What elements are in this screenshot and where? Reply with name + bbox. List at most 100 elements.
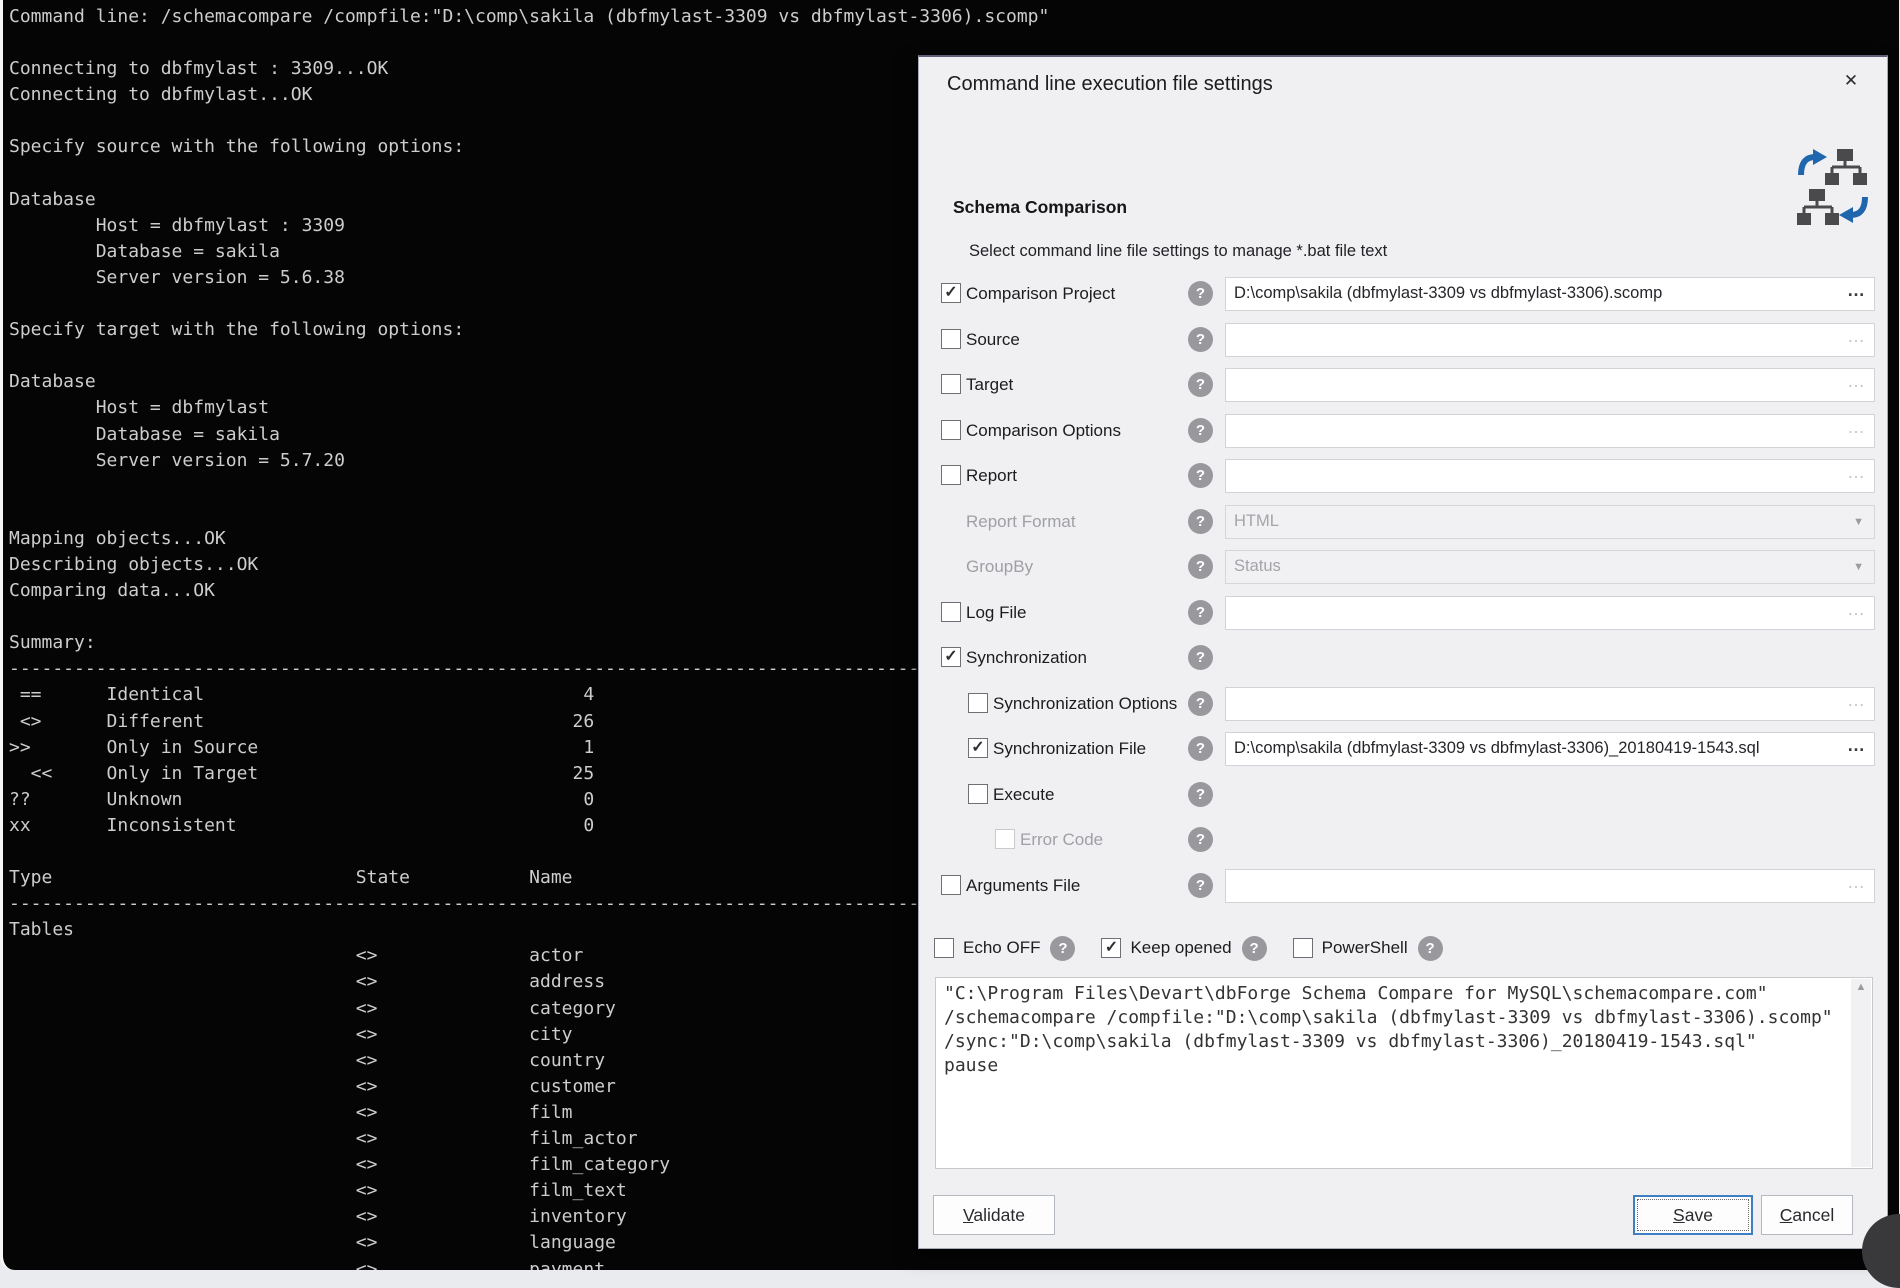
comparison-project-field[interactable]: D:\comp\sakila (dbfmylast-3309 vs dbfmyl… (1225, 277, 1875, 311)
help-icon[interactable]: ? (1188, 509, 1213, 534)
target-checkbox[interactable] (941, 374, 961, 394)
help-icon[interactable]: ? (1188, 873, 1213, 898)
save-button[interactable]: Save (1633, 1195, 1753, 1235)
comparison-project-label: Comparison Project (966, 284, 1115, 304)
synchronization-file-checkbox[interactable]: ✓ (968, 738, 988, 758)
flags-row: Echo OFF?✓Keep opened?PowerShell? (934, 931, 1469, 965)
report-format-dropdown: HTML ▼ (1225, 505, 1875, 539)
help-icon[interactable]: ? (1188, 736, 1213, 761)
row-comparison-project: ✓Comparison Project? D:\comp\sakila (dbfm… (919, 271, 1887, 317)
flag-echo-off: Echo OFF? (934, 936, 1075, 961)
source-field[interactable]: … (1225, 323, 1875, 357)
help-icon[interactable]: ? (1188, 327, 1213, 352)
browse-button[interactable]: … (1847, 599, 1866, 620)
help-icon[interactable]: ? (1188, 691, 1213, 716)
focus-rect (1637, 1199, 1749, 1231)
synchronization-file-field[interactable]: D:\comp\sakila (dbfmylast-3309 vs dbfmyl… (1225, 732, 1875, 766)
powershell-label: PowerShell (1322, 938, 1408, 958)
row-report-format: Report Format?HTML▼ (919, 499, 1887, 545)
validate-button[interactable]: Validate (933, 1195, 1055, 1235)
report-format-value: HTML (1234, 512, 1840, 531)
comparison-options-label: Comparison Options (966, 421, 1121, 441)
help-icon[interactable]: ? (1242, 936, 1267, 961)
groupby-dropdown: Status ▼ (1225, 550, 1875, 584)
help-icon[interactable]: ? (1188, 554, 1213, 579)
arguments-file-checkbox[interactable] (941, 875, 961, 895)
row-error-code: Error Code? (919, 817, 1887, 863)
close-icon[interactable]: ✕ (1837, 67, 1865, 95)
arguments-file-field[interactable]: … (1225, 869, 1875, 903)
error-code-checkbox (995, 829, 1015, 849)
error-code-label: Error Code (1020, 830, 1103, 850)
report-checkbox[interactable] (941, 465, 961, 485)
help-icon[interactable]: ? (1188, 600, 1213, 625)
groupby-value: Status (1234, 557, 1840, 576)
chevron-down-icon: ▼ (1853, 516, 1864, 528)
log-file-checkbox[interactable] (941, 602, 961, 622)
target-label: Target (966, 375, 1013, 395)
comparison-project-value: D:\comp\sakila (dbfmylast-3309 vs dbfmyl… (1234, 284, 1840, 303)
execute-label: Execute (993, 785, 1054, 805)
row-execute: Execute? (919, 772, 1887, 818)
comparison-options-field[interactable]: … (1225, 414, 1875, 448)
check-icon: ✓ (942, 648, 960, 665)
help-icon[interactable]: ? (1188, 281, 1213, 306)
synchronization-options-label: Synchronization Options (993, 694, 1177, 714)
dialog-rows: ✓Comparison Project?D:\comp\sakila (dbfm… (919, 271, 1887, 908)
comparison-options-checkbox[interactable] (941, 420, 961, 440)
dialog-title: Command line execution file settings (947, 73, 1273, 96)
echo-off-checkbox[interactable] (934, 938, 954, 958)
browse-button[interactable]: … (1847, 690, 1866, 711)
help-icon[interactable]: ? (1188, 372, 1213, 397)
keep-opened-checkbox[interactable]: ✓ (1101, 938, 1121, 958)
synchronization-file-value: D:\comp\sakila (dbfmylast-3309 vs dbfmyl… (1234, 739, 1840, 758)
scroll-up-icon[interactable]: ▲ (1851, 981, 1871, 993)
synchronization-options-checkbox[interactable] (968, 693, 988, 713)
chevron-down-icon: ▼ (1853, 561, 1864, 573)
row-target: Target? … (919, 362, 1887, 408)
source-label: Source (966, 330, 1020, 350)
help-icon[interactable]: ? (1188, 827, 1213, 852)
row-synchronization-file: ✓Synchronization File?D:\comp\sakila (db… (919, 726, 1887, 772)
bat-text-box[interactable]: "C:\Program Files\Devart\dbForge Schema … (935, 977, 1873, 1169)
browse-button[interactable]: … (1847, 326, 1866, 347)
browse-button[interactable]: … (1847, 280, 1866, 301)
report-label: Report (966, 466, 1017, 486)
powershell-checkbox[interactable] (1293, 938, 1313, 958)
browse-button[interactable]: … (1847, 371, 1866, 392)
help-icon[interactable]: ? (1418, 936, 1443, 961)
synchronization-checkbox[interactable]: ✓ (941, 647, 961, 667)
flag-keep-opened: ✓ Keep opened? (1101, 936, 1266, 961)
cancel-button[interactable]: Cancel (1761, 1195, 1853, 1235)
check-icon: ✓ (969, 739, 987, 756)
help-icon[interactable]: ? (1188, 645, 1213, 670)
row-groupby: GroupBy? Status ▼ (919, 544, 1887, 590)
log-file-field[interactable]: … (1225, 596, 1875, 630)
browse-button[interactable]: … (1847, 417, 1866, 438)
synchronization-options-field[interactable]: … (1225, 687, 1875, 721)
help-icon[interactable]: ? (1050, 936, 1075, 961)
comparison-project-checkbox[interactable]: ✓ (941, 283, 961, 303)
row-source: Source? … (919, 317, 1887, 363)
row-synchronization-options: Synchronization Options? … (919, 681, 1887, 727)
synchronization-label: Synchronization (966, 648, 1087, 668)
help-icon[interactable]: ? (1188, 463, 1213, 488)
execute-checkbox[interactable] (968, 784, 988, 804)
browse-button[interactable]: … (1847, 462, 1866, 483)
scrollbar[interactable]: ▲ (1851, 979, 1871, 1167)
browse-button[interactable]: … (1847, 735, 1866, 756)
report-field[interactable]: … (1225, 459, 1875, 493)
keep-opened-label: Keep opened (1130, 938, 1231, 958)
help-icon[interactable]: ? (1188, 782, 1213, 807)
source-checkbox[interactable] (941, 329, 961, 349)
check-icon: ✓ (1102, 939, 1120, 956)
help-icon[interactable]: ? (1188, 418, 1213, 443)
bat-text[interactable]: "C:\Program Files\Devart\dbForge Schema … (944, 982, 1844, 1164)
schema-compare-icon (1797, 145, 1869, 229)
target-field[interactable]: … (1225, 368, 1875, 402)
row-log-file: Log File?… (919, 590, 1887, 636)
browse-button[interactable]: … (1847, 872, 1866, 893)
groupby-label: GroupBy (966, 557, 1033, 577)
arguments-file-label: Arguments File (966, 876, 1080, 896)
flag-powershell: PowerShell? (1293, 936, 1443, 961)
